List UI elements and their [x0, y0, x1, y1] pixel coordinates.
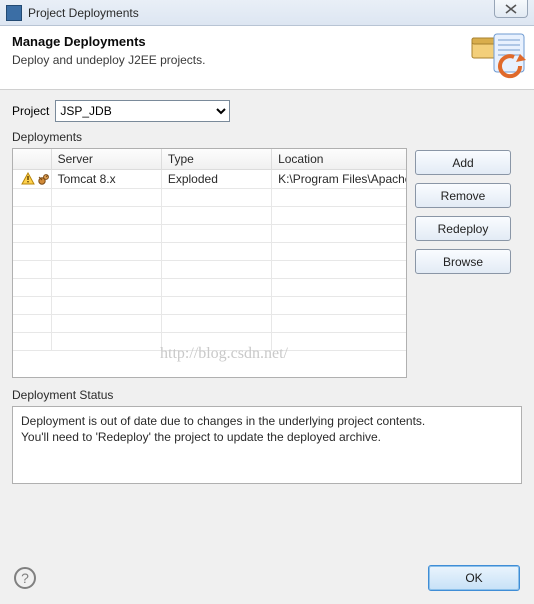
status-line: Deployment is out of date due to changes… [21, 413, 513, 429]
table-row[interactable] [13, 261, 406, 279]
table-row[interactable] [13, 315, 406, 333]
window-title: Project Deployments [28, 6, 139, 20]
dialog-footer: ? OK [0, 552, 534, 604]
table-row[interactable]: Tomcat 8.x Exploded K:\Program Files\Apa… [13, 170, 406, 189]
redeploy-button[interactable]: Redeploy [415, 216, 511, 241]
status-textarea[interactable]: Deployment is out of date due to changes… [12, 406, 522, 484]
cell-location: K:\Program Files\Apache Software [272, 170, 406, 189]
deployments-table-scroll[interactable]: Server Type Location [13, 149, 406, 377]
table-row[interactable] [13, 297, 406, 315]
col-server-header[interactable]: Server [51, 149, 161, 170]
status-section: Deployment Status Deployment is out of d… [12, 388, 522, 484]
dialog-header: Manage Deployments Deploy and undeploy J… [0, 26, 534, 90]
table-row[interactable] [13, 279, 406, 297]
browse-button[interactable]: Browse [415, 249, 511, 274]
status-label: Deployment Status [12, 388, 522, 402]
col-type-header[interactable]: Type [161, 149, 271, 170]
help-icon: ? [21, 570, 29, 586]
add-button[interactable]: Add [415, 150, 511, 175]
titlebar: Project Deployments [0, 0, 534, 26]
table-row[interactable] [13, 225, 406, 243]
project-row: Project JSP_JDB [12, 100, 522, 122]
table-row[interactable] [13, 189, 406, 207]
dialog-title: Manage Deployments [12, 34, 522, 49]
warning-icon [21, 172, 35, 186]
dialog-body: Project JSP_JDB Deployments Server Type [0, 90, 534, 484]
close-button[interactable] [494, 0, 528, 18]
table-row[interactable] [13, 243, 406, 261]
col-location-header[interactable]: Location [272, 149, 406, 170]
table-row[interactable] [13, 207, 406, 225]
app-icon [6, 5, 22, 21]
project-label: Project [12, 104, 49, 118]
table-header-row: Server Type Location [13, 149, 406, 170]
deployments-table: Server Type Location [13, 149, 406, 351]
cell-type: Exploded [161, 170, 271, 189]
remove-button[interactable]: Remove [415, 183, 511, 208]
help-button[interactable]: ? [14, 567, 36, 589]
status-line: You'll need to 'Redeploy' the project to… [21, 429, 513, 445]
close-icon [505, 4, 517, 14]
deployments-icon [470, 32, 528, 82]
cell-server: Tomcat 8.x [51, 170, 161, 189]
deployments-label: Deployments [12, 130, 522, 144]
ok-button[interactable]: OK [428, 565, 520, 591]
table-row[interactable] [13, 333, 406, 351]
server-icon [37, 172, 51, 186]
deployments-table-wrap: Server Type Location [12, 148, 407, 378]
col-icons-header[interactable] [13, 149, 51, 170]
project-select[interactable]: JSP_JDB [55, 100, 230, 122]
deployments-area: Server Type Location [12, 148, 522, 378]
dialog-subtitle: Deploy and undeploy J2EE projects. [12, 53, 522, 67]
side-buttons: Add Remove Redeploy Browse [415, 148, 511, 274]
